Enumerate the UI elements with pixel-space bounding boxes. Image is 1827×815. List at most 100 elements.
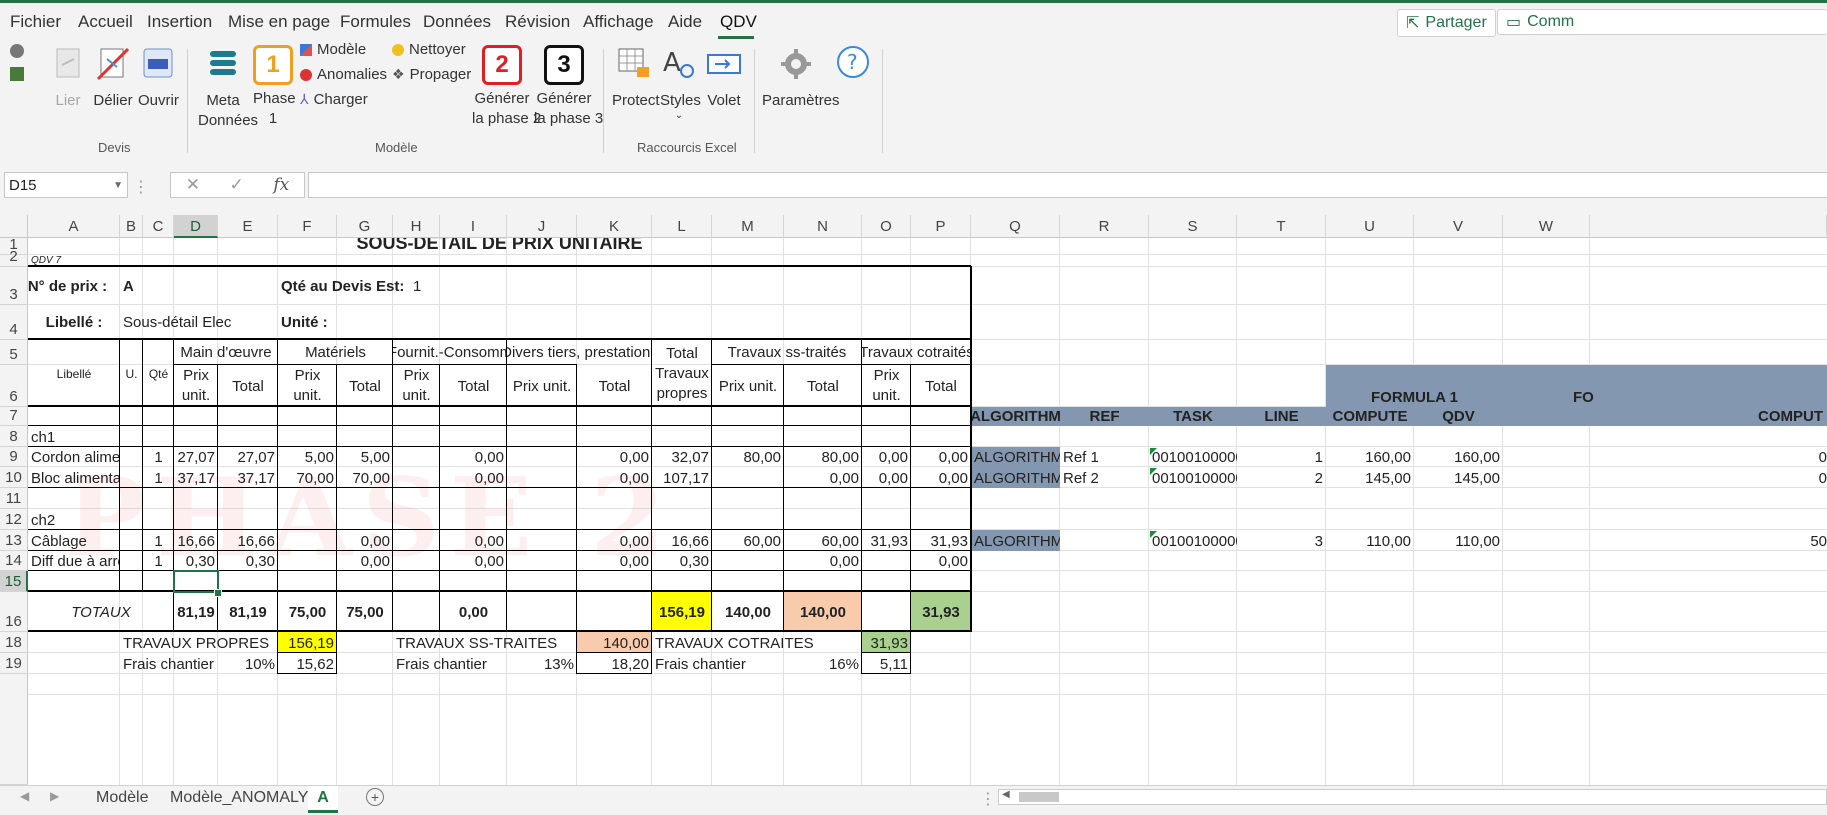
tab-a[interactable]: A (308, 786, 338, 813)
tab-modele-anomaly[interactable]: Modèle_ANOMALY (170, 786, 308, 810)
ouvrir-button[interactable]: Ouvrir (138, 45, 179, 111)
menu-affichage[interactable]: Affichage (583, 12, 654, 32)
column-header-d[interactable]: D (174, 215, 218, 238)
propager-button[interactable]: ❖ Propager (392, 66, 471, 83)
phase-1-button[interactable]: 1 Phase 1 (253, 45, 296, 129)
column-header-g[interactable]: G (337, 215, 393, 238)
selected-cell[interactable] (173, 570, 219, 593)
charger-button[interactable]: ⅄ Charger (300, 91, 368, 108)
name-box[interactable]: D15 ▼ (4, 172, 128, 198)
select-all-corner[interactable] (0, 215, 28, 238)
column-header-j[interactable]: J (507, 215, 577, 238)
generer-phase-3-button[interactable]: 3 Générer la phase 3 (534, 45, 603, 129)
tab-modele[interactable]: Modèle (96, 786, 148, 810)
protect-button[interactable]: Protect (612, 45, 660, 111)
column-header-b[interactable]: B (120, 215, 143, 238)
function-icon[interactable]: fx (273, 175, 289, 195)
recap-frais-tp: Frais chantier (123, 656, 214, 673)
lier-button[interactable]: Lier (50, 45, 86, 111)
formula-input[interactable] (308, 172, 1827, 198)
menu-insertion[interactable]: Insertion (147, 12, 212, 32)
row-header-14[interactable]: 14 (0, 551, 28, 571)
table-border (862, 652, 911, 653)
line-cell-o (862, 551, 911, 571)
row-header-15[interactable]: 15 (0, 571, 28, 592)
row-header-13[interactable]: 13 (0, 530, 28, 551)
column-header-u[interactable]: U (1326, 215, 1414, 238)
row-header-9[interactable]: 9 (0, 447, 28, 467)
meta-donnees-button[interactable]: Meta Données (198, 45, 258, 131)
cube-icon[interactable] (10, 44, 24, 58)
side-compute: 110,00 (1366, 533, 1411, 550)
column-header-m[interactable]: M (712, 215, 784, 238)
comments-button[interactable]: ▭ Comm (1497, 9, 1827, 35)
generer-phase-2-button[interactable]: 2 Générer la phase 2 (472, 45, 541, 129)
fill-handle[interactable] (214, 589, 222, 597)
row-header-11[interactable]: 11 (0, 488, 28, 509)
share-button[interactable]: ⇱ Partager (1397, 9, 1496, 37)
modele-button[interactable]: Modèle (300, 41, 366, 58)
column-header-f[interactable]: F (278, 215, 337, 238)
menu-mise-en-page[interactable]: Mise en page (228, 12, 330, 32)
column-header-i[interactable]: I (440, 215, 507, 238)
row-header-7[interactable]: 7 (0, 407, 28, 426)
menu-qdv[interactable]: QDV (720, 12, 757, 32)
scrollbar-thumb[interactable] (1019, 792, 1059, 802)
column-header-h[interactable]: H (393, 215, 440, 238)
column-header-v[interactable]: V (1414, 215, 1503, 238)
vba-icon[interactable] (10, 67, 24, 81)
side-header-q: ALGORITHM (971, 408, 1060, 425)
help-button[interactable]: ? (834, 43, 870, 89)
chevron-down-icon: ⌄ (674, 110, 684, 121)
menu-accueil[interactable]: Accueil (78, 12, 133, 32)
row-header-12[interactable]: 12 (0, 509, 28, 530)
tab-scroll-right-icon[interactable]: ▶ (50, 789, 59, 803)
column-header-p[interactable]: P (911, 215, 971, 238)
column-header-o[interactable]: O (862, 215, 911, 238)
confirm-icon[interactable]: ✓ (230, 175, 244, 195)
row-header-5[interactable]: 5 (0, 340, 28, 365)
menu-donnees[interactable]: Données (423, 12, 491, 32)
worksheet[interactable]: PHASE 2 SOUS-DETAIL DE PRIX UNITAIRE QDV … (0, 215, 1827, 785)
tab-scroll-left-icon[interactable]: ◀ (20, 789, 29, 803)
column-header-r[interactable]: R (1060, 215, 1149, 238)
line-cell-f (278, 551, 337, 571)
column-header-w[interactable]: W (1503, 215, 1590, 238)
row-header-6[interactable]: 6 (0, 365, 28, 407)
menu-revision[interactable]: Révision (505, 12, 570, 32)
row-header-18[interactable]: 18 (0, 632, 28, 653)
side-header-v: QDV (1442, 408, 1475, 425)
column-header-e[interactable]: E (218, 215, 278, 238)
line-libelle: Câblage (31, 533, 87, 550)
anomalies-button[interactable]: Anomalies (300, 66, 387, 83)
column-header-c[interactable]: C (143, 215, 174, 238)
nettoyer-button[interactable]: Nettoyer (392, 41, 466, 58)
row-header-8[interactable]: 8 (0, 426, 28, 447)
menu-formules[interactable]: Formules (340, 12, 411, 32)
column-header-t[interactable]: T (1237, 215, 1326, 238)
column-header-a[interactable]: A (28, 215, 120, 238)
row-header-16[interactable]: 16 (0, 592, 28, 632)
menu-aide[interactable]: Aide (668, 12, 702, 32)
delier-button[interactable]: Délier (92, 45, 134, 111)
add-sheet-icon[interactable]: + (366, 788, 384, 806)
horizontal-scrollbar[interactable]: ◀ (998, 789, 1827, 805)
column-header-n[interactable]: N (784, 215, 862, 238)
volet-button[interactable]: Volet (704, 45, 744, 111)
row-header-10[interactable]: 10 (0, 467, 28, 488)
parametres-button[interactable]: Paramètres (762, 45, 840, 111)
header-cotraites: Travaux cotraités (862, 344, 971, 361)
column-header-q[interactable]: Q (971, 215, 1060, 238)
header-prix-unit-mo-line: unit. (181, 387, 211, 404)
row-header-19[interactable]: 19 (0, 653, 28, 674)
cancel-icon[interactable]: ✕ (186, 175, 200, 195)
row-header-3[interactable]: 3 (0, 267, 28, 305)
scroll-left-icon[interactable]: ◀ (1002, 789, 1010, 800)
row-header-2[interactable]: 2 (0, 248, 28, 267)
column-header-k[interactable]: K (577, 215, 652, 238)
menu-fichier[interactable]: Fichier (10, 12, 61, 32)
row-header-4[interactable]: 4 (0, 305, 28, 340)
column-header-l[interactable]: L (652, 215, 712, 238)
column-header-s[interactable]: S (1149, 215, 1237, 238)
styles-button[interactable]: A Styles ⌄ (660, 45, 701, 121)
